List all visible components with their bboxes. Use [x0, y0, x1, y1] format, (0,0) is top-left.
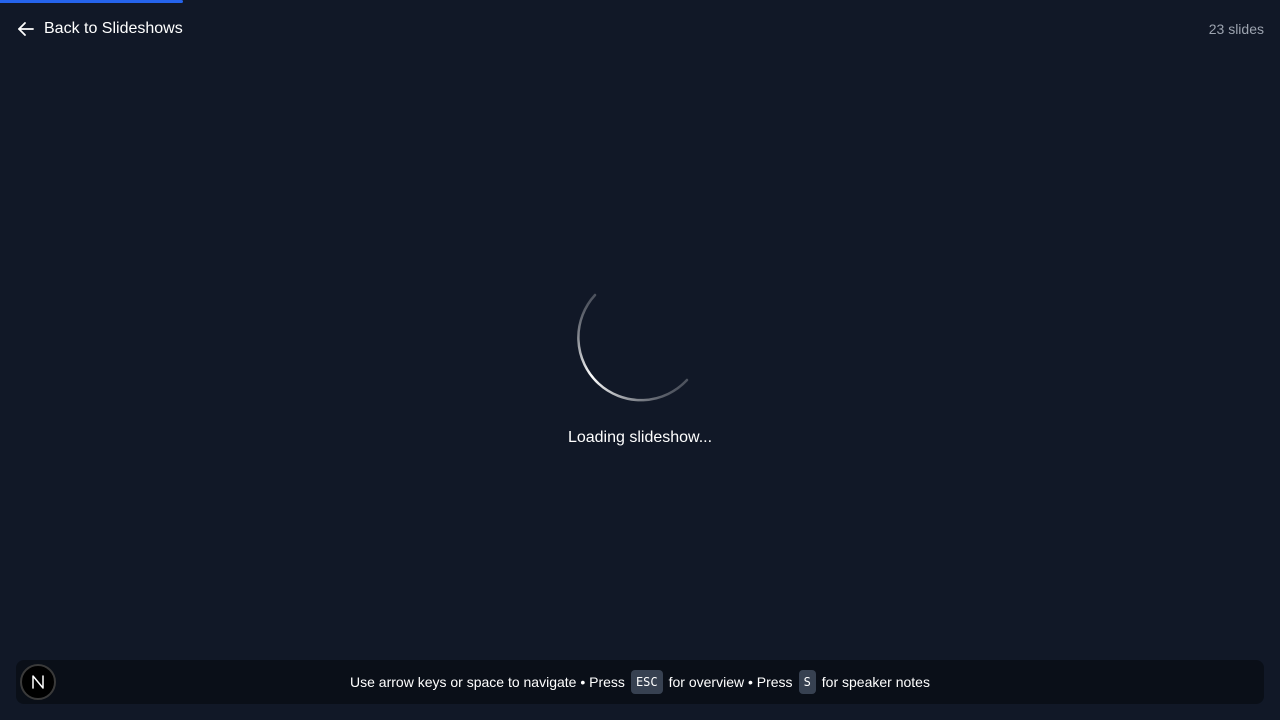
- back-link-label: Back to Slideshows: [44, 20, 183, 37]
- esc-key-badge: ESC: [630, 670, 663, 694]
- slide-count: 23 slides: [1208, 21, 1264, 37]
- spinner-icon: [565, 275, 715, 425]
- slideshow-page: Back to Slideshows 23 slides Loading sli…: [0, 0, 1280, 720]
- arrow-left-icon: [16, 19, 36, 39]
- top-bar: Back to Slideshows 23 slides: [16, 18, 1264, 40]
- loading-text: Loading slideshow...: [567, 429, 713, 446]
- s-key-badge: S: [798, 670, 816, 694]
- hint-text-speaker-notes: for speaker notes: [821, 674, 930, 690]
- loading-indicator: Loading slideshow...: [0, 275, 1280, 447]
- hint-text-overview: for overview • Press: [668, 674, 793, 690]
- back-to-slideshows-link[interactable]: Back to Slideshows: [16, 19, 183, 39]
- progress-bar: [0, 0, 183, 3]
- navigation-hint: Use arrow keys or space to navigate • Pr…: [350, 670, 930, 694]
- keyboard-hints-bar: Use arrow keys or space to navigate • Pr…: [16, 660, 1264, 704]
- n-badge-icon[interactable]: [20, 664, 56, 700]
- hint-text-navigate: Use arrow keys or space to navigate • Pr…: [350, 674, 625, 690]
